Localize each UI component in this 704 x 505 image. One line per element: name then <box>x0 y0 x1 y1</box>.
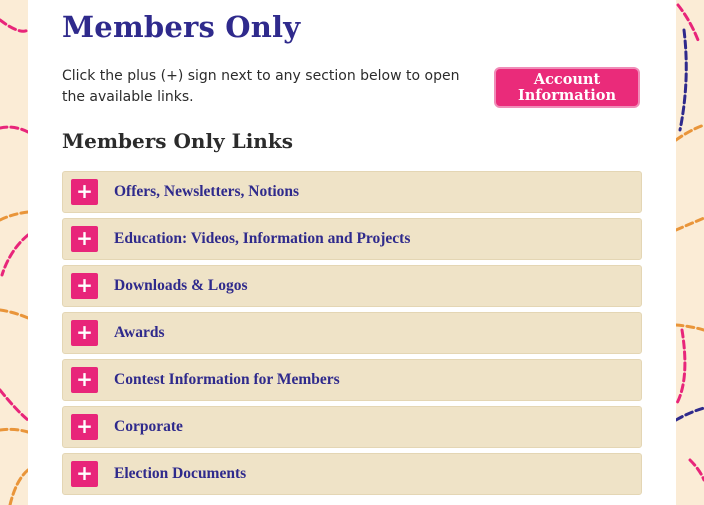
account-information-button[interactable]: Account Information <box>494 67 640 108</box>
accordion-item-label[interactable]: Election Documents <box>114 465 246 483</box>
accordion-item-label[interactable]: Education: Videos, Information and Proje… <box>114 230 410 248</box>
accordion-item-label[interactable]: Contest Information for Members <box>114 371 340 389</box>
accordion-item-label[interactable]: Awards <box>114 324 165 342</box>
expand-plus-icon[interactable]: + <box>71 179 98 205</box>
section-title: Members Only Links <box>62 129 293 153</box>
accordion-item-education[interactable]: + Education: Videos, Information and Pro… <box>62 218 642 260</box>
account-button-label-line1: Account <box>533 71 601 88</box>
expand-plus-icon[interactable]: + <box>71 414 98 440</box>
accordion-item-label[interactable]: Corporate <box>114 418 183 436</box>
expand-plus-icon[interactable]: + <box>71 461 98 487</box>
members-links-accordion: + Offers, Newsletters, Notions + Educati… <box>62 171 642 500</box>
accordion-item-offers[interactable]: + Offers, Newsletters, Notions <box>62 171 642 213</box>
accordion-item-contest-information[interactable]: + Contest Information for Members <box>62 359 642 401</box>
accordion-item-label[interactable]: Downloads & Logos <box>114 277 248 295</box>
expand-plus-icon[interactable]: + <box>71 320 98 346</box>
accordion-item-corporate[interactable]: + Corporate <box>62 406 642 448</box>
intro-text: Click the plus (+) sign next to any sect… <box>62 68 460 105</box>
accordion-item-label[interactable]: Offers, Newsletters, Notions <box>114 183 299 201</box>
accordion-item-downloads[interactable]: + Downloads & Logos <box>62 265 642 307</box>
accordion-item-awards[interactable]: + Awards <box>62 312 642 354</box>
expand-plus-icon[interactable]: + <box>71 367 98 393</box>
accordion-item-election-documents[interactable]: + Election Documents <box>62 453 642 495</box>
page-title: Members Only <box>62 10 301 44</box>
content-panel: Members Only Click the plus (+) sign nex… <box>28 0 676 505</box>
expand-plus-icon[interactable]: + <box>71 226 98 252</box>
expand-plus-icon[interactable]: + <box>71 273 98 299</box>
account-button-label-line2: Information <box>517 87 617 104</box>
